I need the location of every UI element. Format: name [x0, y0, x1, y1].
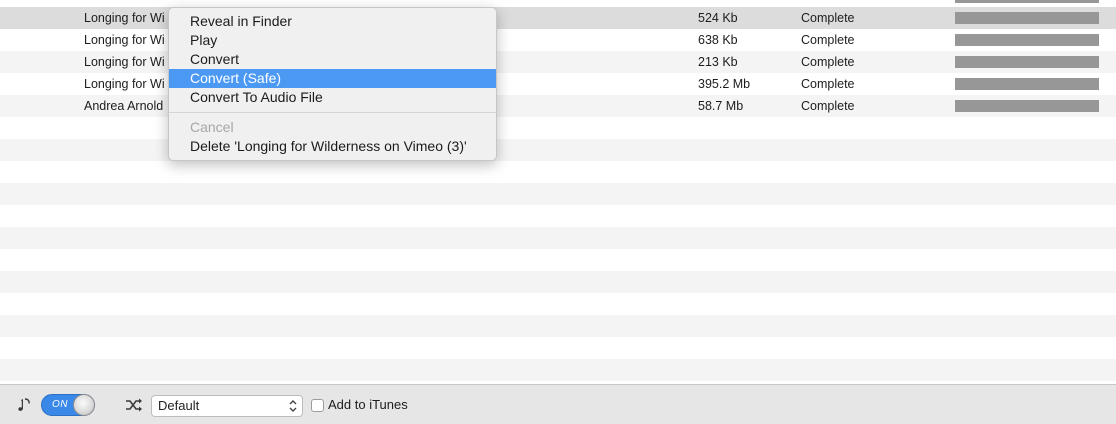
toggle-knob: [73, 394, 95, 416]
download-status: Complete: [801, 99, 855, 113]
menu-item-convert-safe[interactable]: Convert (Safe): [169, 69, 496, 88]
file-size: 638 Kb: [698, 33, 738, 47]
preset-select-value: Default: [158, 398, 200, 413]
progress-bar-fill: [955, 12, 1099, 24]
empty-row: [0, 161, 1116, 183]
download-status: Complete: [801, 33, 855, 47]
empty-row: [0, 227, 1116, 249]
progress-bar: [955, 12, 1099, 24]
audio-note-icon[interactable]: [15, 397, 33, 413]
menu-item-cancel: Cancel: [190, 119, 234, 135]
file-size: 213 Kb: [698, 55, 738, 69]
preset-select[interactable]: Default: [151, 395, 303, 417]
empty-row: [0, 337, 1116, 359]
context-menu: Reveal in Finder Play Convert Convert (S…: [168, 7, 497, 161]
file-size: 395.2 Mb: [698, 77, 751, 91]
add-to-itunes-label[interactable]: Add to iTunes: [328, 396, 408, 414]
menu-separator: [169, 112, 496, 113]
progress-bar: [955, 100, 1099, 112]
add-to-itunes-checkbox[interactable]: [311, 399, 324, 412]
progress-bar: [955, 34, 1099, 46]
download-status: Complete: [801, 55, 855, 69]
file-size: 524 Kb: [698, 11, 738, 25]
empty-row: [0, 205, 1116, 227]
progress-bar: [955, 56, 1099, 68]
empty-row: [0, 183, 1116, 205]
progress-bar-fill: [955, 100, 1099, 112]
empty-row: [0, 249, 1116, 271]
download-status: Complete: [801, 77, 855, 91]
menu-item-play[interactable]: Play: [169, 31, 496, 50]
empty-row: [0, 293, 1116, 315]
power-toggle[interactable]: ON: [41, 394, 95, 416]
download-status: Complete: [801, 11, 855, 25]
select-arrows-icon: [286, 398, 300, 414]
menu-item-convert-to-audio-file[interactable]: Convert To Audio File: [169, 88, 496, 107]
progress-bar-partial: [955, 0, 1099, 3]
bottom-toolbar: ON Default Add to iTunes: [0, 384, 1116, 424]
empty-row: [0, 271, 1116, 293]
progress-bar: [955, 78, 1099, 90]
empty-row: [0, 315, 1116, 337]
file-size: 58.7 Mb: [698, 99, 744, 113]
toggle-label: ON: [52, 399, 68, 410]
menu-item-convert[interactable]: Convert: [169, 50, 496, 69]
empty-row: [0, 359, 1116, 381]
progress-bar-fill: [955, 34, 1099, 46]
menu-item-delete[interactable]: Delete 'Longing for Wilderness on Vimeo …: [169, 137, 496, 156]
shuffle-icon[interactable]: [125, 397, 143, 413]
progress-bar-fill: [955, 56, 1099, 68]
progress-bar-fill: [955, 78, 1099, 90]
menu-item-reveal-in-finder[interactable]: Reveal in Finder: [169, 12, 496, 31]
